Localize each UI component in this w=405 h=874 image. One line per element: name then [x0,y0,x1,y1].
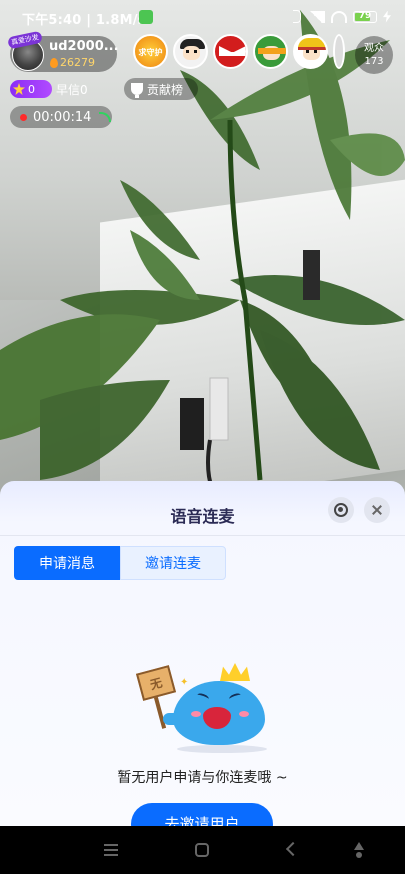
audience-count: 173 [364,56,384,67]
guard-avatar[interactable]: 求守护 [133,34,168,69]
audience-count-button[interactable]: 观众 173 [355,36,393,74]
invite-users-button[interactable]: 去邀请用户 [131,803,273,826]
divider [0,535,405,536]
charging-icon [383,10,391,23]
wifi-icon [331,10,347,23]
star-icon [13,83,25,95]
accessibility-icon[interactable] [353,842,365,858]
app-notification-icon [139,10,153,24]
panel-tabs: 申请消息 邀请连麦 [14,546,226,580]
empty-state-text: 暂无用户申请与你连麦哦 ~ [117,770,288,786]
tab-apply-messages[interactable]: 申请消息 [14,546,120,580]
flame-icon [50,57,58,68]
level-value: 0 [28,82,35,96]
guard-label: 求守护 [138,48,163,57]
battery-level: 79 [358,10,372,21]
viewer-avatars: 求守护 [133,34,345,69]
contribution-rank-button[interactable]: 贡献榜 [124,78,198,100]
bluetooth-icon [293,10,301,23]
host-name: ud2000... [49,39,119,54]
viewer-avatar[interactable] [253,34,288,69]
audience-label: 观众 [364,43,384,54]
tab-invite-link[interactable]: 邀请连麦 [120,546,226,580]
empty-state-illustration: 无 ✦ [135,659,270,754]
status-bar: 下午5:40 | 1.8M/s 79 [0,0,405,34]
viewer-avatar[interactable] [333,34,345,69]
viewer-avatar[interactable] [213,34,248,69]
level-badge[interactable]: 0 [10,80,52,98]
close-button[interactable] [364,497,390,523]
contribution-label: 贡献榜 [147,82,184,97]
live-timer: 00:00:14 [10,106,112,128]
sign-text: 无 [135,665,177,701]
settings-button[interactable] [328,497,354,523]
menu-icon[interactable] [104,844,118,856]
gear-icon [334,503,348,517]
viewer-avatar[interactable] [293,34,328,69]
host-fans: 26279 [50,56,95,69]
host-info-chip[interactable]: 真爱沙发 ud2000... 26279 [7,30,119,72]
system-nav-bar [0,826,405,874]
signal-wave-icon [99,112,112,122]
signal-icon [307,10,325,23]
timer-value: 00:00:14 [33,109,92,125]
record-dot-icon [20,113,27,121]
battery-icon: 79 [353,10,377,23]
viewer-avatar[interactable] [173,34,208,69]
home-icon[interactable] [195,843,209,857]
status-time: 下午5:40 | 1.8M/s [22,13,146,28]
back-icon[interactable] [285,841,301,857]
voice-link-panel: 语音连麦 申请消息 邀请连麦 无 ✦ 暂无用户申请与你连麦哦 ~ 去邀请用户 [0,481,405,826]
host-fans-count: 26279 [60,56,95,69]
trophy-icon [131,83,143,98]
zaoxin-count: 早信0 [56,83,88,97]
status-icons: 79 [293,10,391,23]
